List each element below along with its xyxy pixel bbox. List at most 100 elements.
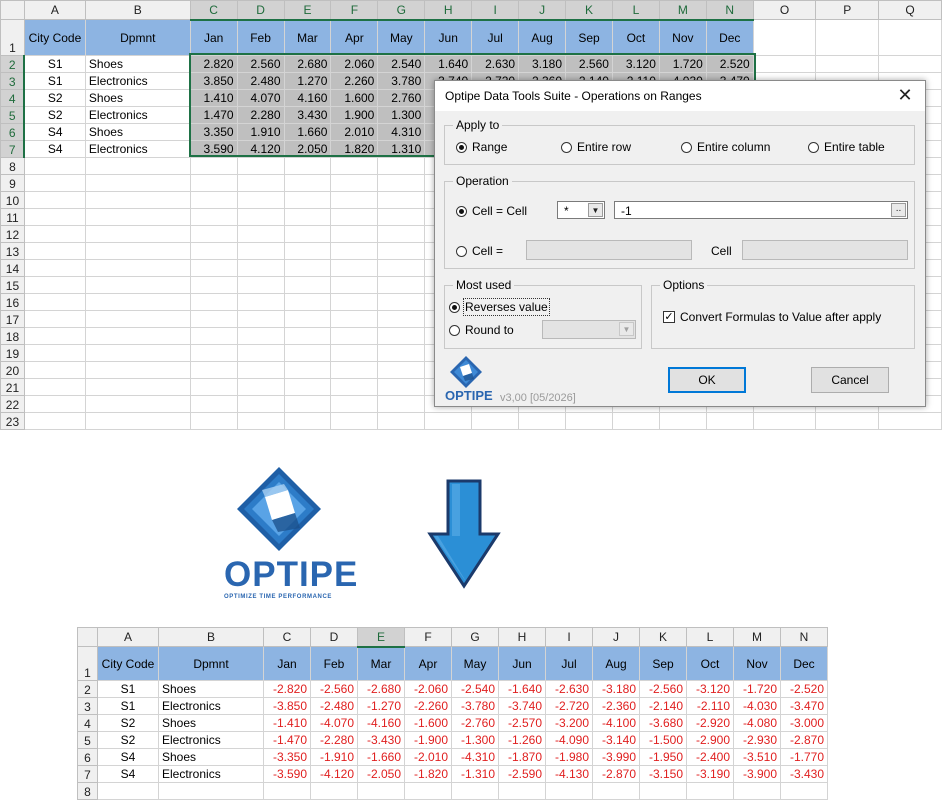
value-cell[interactable]: -2.280: [310, 731, 358, 749]
empty-cell[interactable]: [283, 395, 332, 413]
empty-cell[interactable]: [518, 412, 567, 430]
row-header-5[interactable]: 5: [0, 106, 26, 124]
empty-cell[interactable]: [236, 174, 285, 192]
row-header-10[interactable]: 10: [0, 191, 25, 209]
city-code-header[interactable]: City Code: [97, 646, 159, 681]
empty-cell[interactable]: [283, 378, 332, 396]
value-cell[interactable]: -2.540: [451, 680, 499, 698]
empty-cell[interactable]: [377, 344, 426, 362]
empty-cell[interactable]: [878, 55, 942, 73]
empty-cell[interactable]: [330, 174, 379, 192]
apply-entire-row-radio[interactable]: Entire row: [561, 140, 631, 154]
column-header-m[interactable]: M: [658, 0, 707, 21]
month-header-dec[interactable]: Dec: [705, 19, 754, 56]
column-header-q[interactable]: Q: [878, 0, 942, 20]
empty-cell[interactable]: [658, 412, 707, 430]
select-all-corner[interactable]: [77, 627, 98, 647]
empty-cell[interactable]: [377, 242, 426, 260]
month-header-sep[interactable]: Sep: [565, 19, 613, 56]
month-header-mar[interactable]: Mar: [283, 19, 332, 56]
empty-cell[interactable]: [592, 782, 640, 800]
value-cell[interactable]: 1.900: [330, 106, 379, 124]
empty-cell[interactable]: [236, 412, 285, 430]
cell-eq-cell-radio[interactable]: Cell = Cell: [456, 204, 527, 218]
value-cell[interactable]: -3.140: [592, 731, 640, 749]
city-code-header[interactable]: City Code: [23, 19, 86, 56]
month-header-nov[interactable]: Nov: [658, 19, 707, 56]
empty-cell[interactable]: [189, 395, 238, 413]
value-cell[interactable]: -3.900: [733, 765, 781, 783]
city-code-cell[interactable]: S4: [23, 140, 86, 158]
row-header-8[interactable]: 8: [77, 782, 98, 800]
month-header-nov[interactable]: Nov: [733, 646, 781, 681]
value-cell[interactable]: -3.850: [263, 697, 311, 715]
empty-cell[interactable]: [330, 327, 379, 345]
value-cell[interactable]: 1.600: [330, 89, 379, 107]
empty-cell[interactable]: [815, 412, 880, 430]
row-header-9[interactable]: 9: [0, 174, 25, 192]
row-header-6[interactable]: 6: [0, 123, 26, 141]
department-cell[interactable]: Electronics: [84, 106, 191, 124]
empty-cell[interactable]: [84, 412, 191, 430]
value-cell[interactable]: 3.780: [377, 72, 426, 90]
empty-cell[interactable]: [236, 157, 285, 175]
empty-cell[interactable]: [23, 225, 86, 243]
value-cell[interactable]: -4.120: [310, 765, 358, 783]
department-cell[interactable]: Electronics: [158, 765, 264, 783]
cell-eq-radio[interactable]: Cell =: [456, 244, 503, 258]
value-cell[interactable]: -1.770: [780, 748, 828, 766]
value-cell[interactable]: -3.740: [498, 697, 546, 715]
value-cell[interactable]: -2.260: [404, 697, 452, 715]
value-cell[interactable]: -2.400: [686, 748, 734, 766]
value-cell[interactable]: -1.310: [451, 765, 499, 783]
empty-cell[interactable]: [705, 412, 754, 430]
column-header-g[interactable]: G: [451, 627, 499, 647]
empty-cell[interactable]: [84, 157, 191, 175]
department-cell[interactable]: Shoes: [158, 714, 264, 732]
column-header-l[interactable]: L: [686, 627, 734, 647]
row-header-15[interactable]: 15: [0, 276, 25, 294]
empty-cell[interactable]: [236, 378, 285, 396]
empty-cell[interactable]: [377, 225, 426, 243]
city-code-cell[interactable]: S2: [97, 714, 159, 732]
cell-reference-input[interactable]: [742, 240, 908, 260]
empty-cell[interactable]: [23, 191, 86, 209]
empty-cell[interactable]: [23, 242, 86, 260]
value-cell[interactable]: -1.980: [545, 748, 593, 766]
column-header-c[interactable]: C: [189, 0, 238, 21]
value-cell[interactable]: -1.300: [451, 731, 499, 749]
empty-cell[interactable]: [84, 310, 191, 328]
empty-cell[interactable]: [451, 782, 499, 800]
row-header-8[interactable]: 8: [0, 157, 25, 175]
month-header-apr[interactable]: Apr: [330, 19, 379, 56]
value-cell[interactable]: -1.640: [498, 680, 546, 698]
empty-cell[interactable]: [23, 293, 86, 311]
empty-cell[interactable]: [84, 208, 191, 226]
row-header-1[interactable]: 1: [77, 646, 98, 681]
department-cell[interactable]: Shoes: [84, 89, 191, 107]
empty-cell[interactable]: [878, 412, 942, 430]
month-header-may[interactable]: May: [451, 646, 499, 681]
value-cell[interactable]: -3.200: [545, 714, 593, 732]
empty-cell[interactable]: [283, 412, 332, 430]
value-cell[interactable]: -1.910: [310, 748, 358, 766]
empty-cell[interactable]: [84, 378, 191, 396]
value-cell[interactable]: 4.120: [236, 140, 285, 158]
value-cell[interactable]: -3.510: [733, 748, 781, 766]
column-header-e[interactable]: E: [357, 627, 405, 648]
value-cell[interactable]: -4.090: [545, 731, 593, 749]
empty-cell[interactable]: [23, 276, 86, 294]
value-cell[interactable]: 1.720: [658, 55, 707, 73]
value-cell[interactable]: 1.660: [283, 123, 332, 141]
empty-cell[interactable]: [236, 293, 285, 311]
value-cell[interactable]: -2.570: [498, 714, 546, 732]
value-cell[interactable]: 2.540: [377, 55, 426, 73]
empty-cell[interactable]: [189, 344, 238, 362]
row-header-11[interactable]: 11: [0, 208, 25, 226]
column-header-h[interactable]: H: [498, 627, 546, 647]
department-cell[interactable]: Electronics: [158, 697, 264, 715]
column-header-a[interactable]: A: [23, 0, 86, 20]
empty-cell[interactable]: [283, 276, 332, 294]
empty-cell[interactable]: [23, 327, 86, 345]
value-cell[interactable]: -2.520: [780, 680, 828, 698]
